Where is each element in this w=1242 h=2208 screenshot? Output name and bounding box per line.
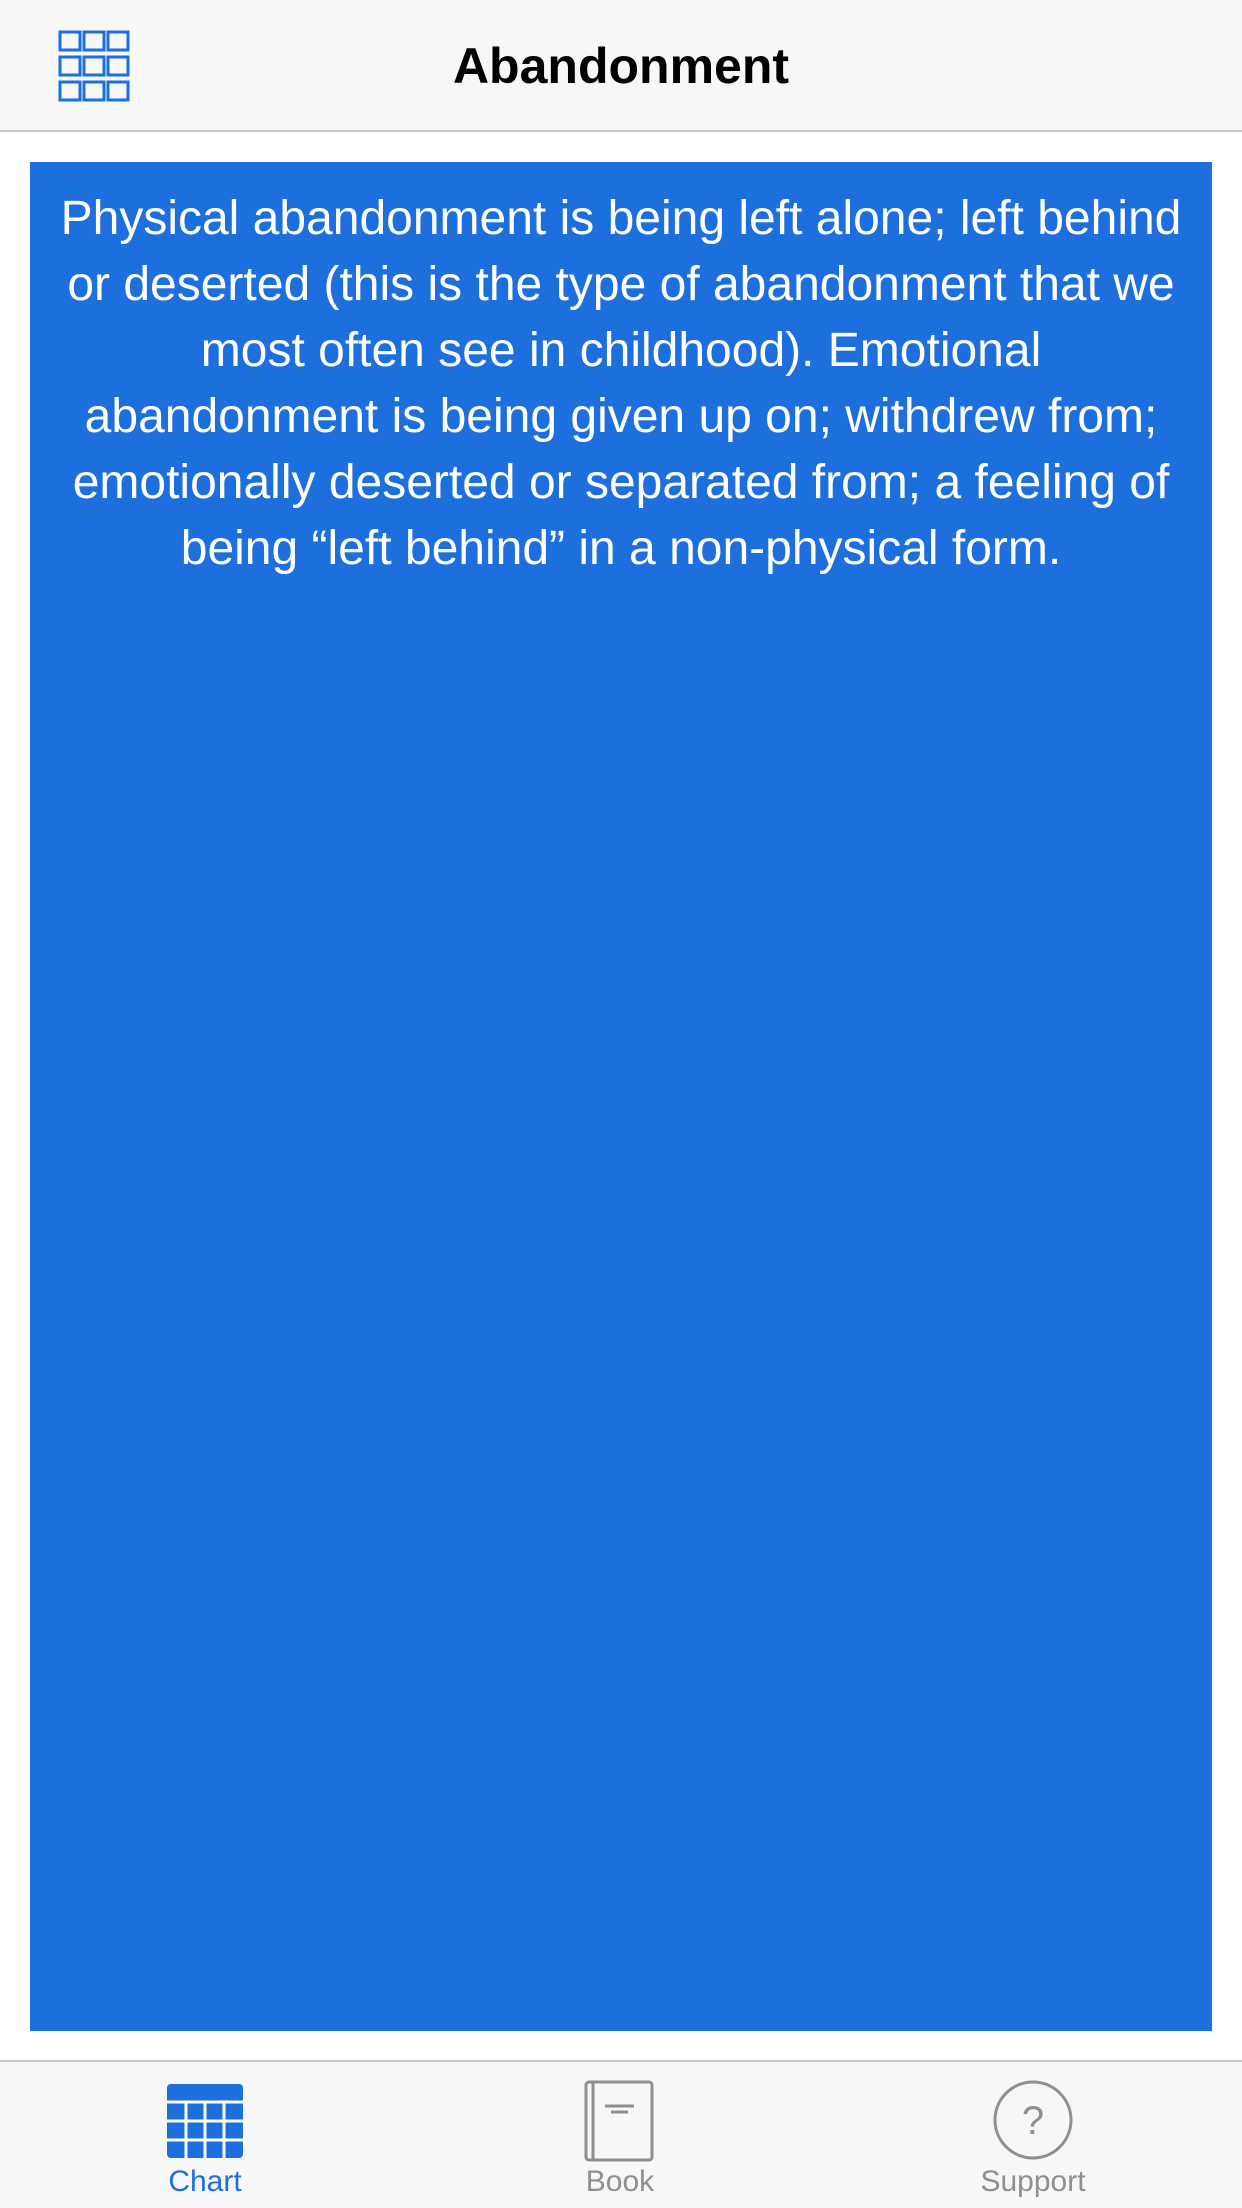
question-circle-icon: ? [993,2080,1073,2160]
definition-text: Physical abandonment is being left alone… [60,192,1182,575]
book-icon [584,2080,654,2162]
tab-chart[interactable]: Chart [95,2078,315,2206]
page-title: Abandonment [452,38,790,94]
tab-book[interactable]: Book [510,2078,730,2206]
app-screen: Abandonment Physical abandonment is bein… [0,0,1242,2208]
tab-support[interactable]: ? Support [923,2078,1143,2206]
definition-card: Physical abandonment is being left alone… [30,162,1212,2031]
tab-bar: Chart Book ? Support [0,2060,1242,2208]
navigation-bar: Abandonment [0,0,1242,132]
grid-menu-button[interactable] [50,22,138,110]
grid-icon [58,30,130,102]
tab-book-label: Book [585,2165,655,2198]
chart-grid-icon [167,2084,243,2158]
tab-support-label: Support [980,2165,1086,2198]
tab-chart-label: Chart [168,2165,242,2198]
svg-text:?: ? [1022,2099,1044,2143]
